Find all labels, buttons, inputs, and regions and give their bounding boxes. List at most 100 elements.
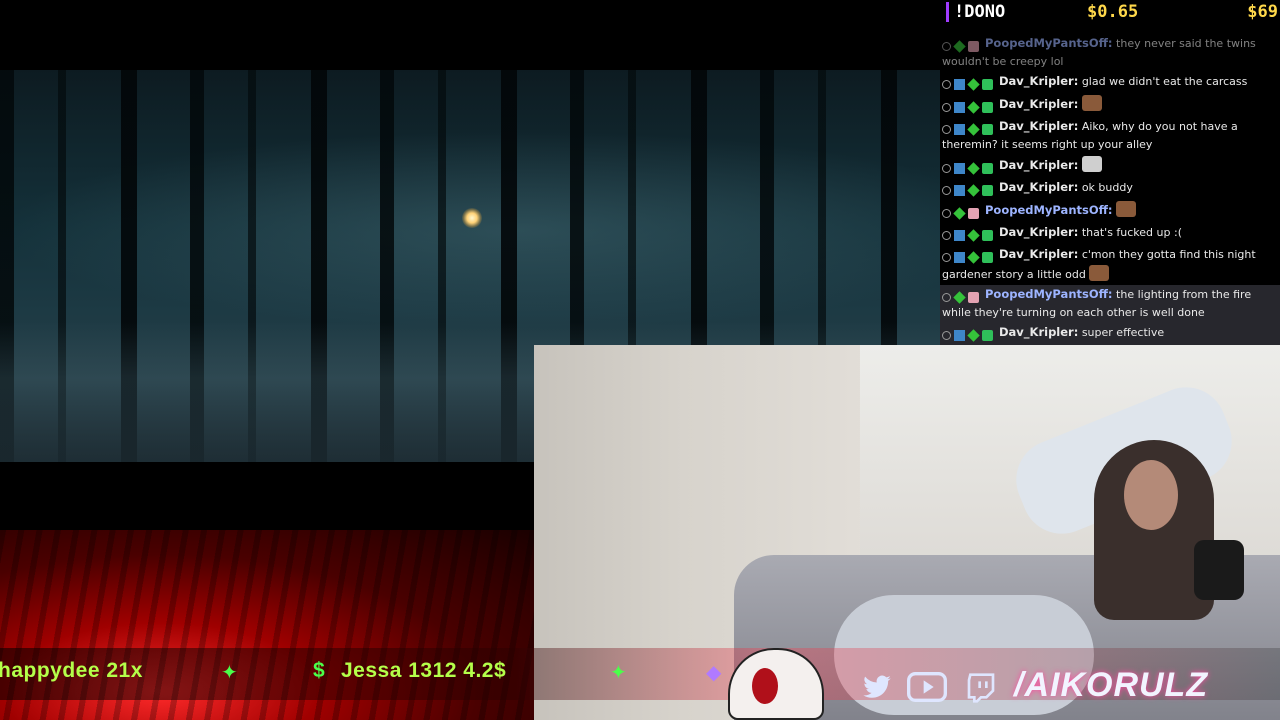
stream-overlay: PoopedMyPantsOff: they never said the tw… [0, 0, 1280, 720]
chat-username[interactable]: Dav_Kripler: [999, 74, 1078, 88]
gift-badge-icon [982, 78, 993, 90]
chat-username[interactable]: Dav_Kripler: [999, 247, 1078, 261]
user-badges [942, 249, 996, 265]
user-badges [942, 76, 996, 92]
gem-badge-icon [967, 100, 980, 114]
sub-badge-icon [968, 40, 979, 52]
face-emote [1081, 95, 1102, 111]
donation-amount-2: $69 [1247, 2, 1278, 22]
user-icon [942, 252, 951, 262]
gem-badge-icon [967, 328, 980, 342]
user-icon [942, 41, 951, 51]
chat-username[interactable]: Dav_Kripler: [999, 225, 1078, 239]
dollar-icon: $ [313, 659, 325, 682]
ticker-item-jessa: Jessa 1312 4.2$ [341, 659, 507, 682]
star-icon: ✦ [610, 660, 627, 684]
gem-badge-icon [967, 228, 980, 242]
chat-message[interactable]: Dav_Kripler: that's fucked up :( [940, 223, 1280, 245]
chat-username[interactable]: Dav_Kripler: [999, 158, 1078, 172]
sword-badge-icon [954, 123, 965, 135]
user-icon [942, 163, 951, 173]
gift-badge-icon [982, 184, 993, 196]
gift-badge-icon [982, 101, 993, 113]
user-badges [942, 121, 996, 137]
gem-badge-icon [967, 77, 980, 91]
user-icon [942, 208, 951, 218]
sword-badge-icon [954, 101, 965, 113]
sword-badge-icon [954, 78, 965, 90]
chat-message-list[interactable]: PoopedMyPantsOff: they never said the tw… [940, 34, 1280, 345]
mascot-mouth [752, 668, 778, 704]
gem-badge-icon [967, 122, 980, 136]
sword-badge-icon [954, 162, 965, 174]
chat-username[interactable]: Dav_Kripler: [999, 325, 1078, 339]
user-badges [942, 160, 996, 176]
chat-message[interactable]: PoopedMyPantsOff: the lighting from the … [940, 285, 1280, 323]
user-badges [942, 99, 996, 115]
gift-badge-icon [982, 162, 993, 174]
ticker-item-happydee: happydee 21x [0, 659, 143, 682]
youtube-icon-glyph [907, 672, 947, 702]
sword-badge-icon [954, 251, 965, 263]
chat-message-text: glad we didn't eat the carcass [1081, 75, 1248, 88]
chat-username[interactable]: Dav_Kripler: [999, 97, 1078, 111]
user-icon [942, 330, 951, 340]
chat-message-text: ok buddy [1081, 181, 1133, 194]
user-icon [942, 230, 951, 240]
chat-panel[interactable]: PoopedMyPantsOff: they never said the tw… [940, 0, 1280, 345]
chat-message[interactable]: Dav_Kripler: super effective @PoopedMyPa… [940, 323, 1280, 345]
chat-message[interactable]: Dav_Kripler: Aiko, why do you not have a… [940, 117, 1280, 155]
user-badges [942, 182, 996, 198]
chat-message[interactable]: PoopedMyPantsOff: they never said the tw… [940, 34, 1280, 72]
chat-message-text: that's fucked up :( [1081, 226, 1182, 239]
gem-badge-icon [967, 250, 980, 264]
microphone [1194, 540, 1244, 600]
chat-message[interactable]: Dav_Kripler: [940, 94, 1280, 117]
star-icon: ✦ [221, 660, 238, 684]
face-emote [1116, 201, 1137, 217]
chat-message[interactable]: Dav_Kripler: glad we didn't eat the carc… [940, 72, 1280, 94]
user-badges [942, 227, 996, 243]
cat-emote [1081, 156, 1102, 172]
sub-badge-icon [968, 291, 979, 303]
donation-bar-accent [946, 2, 949, 22]
gem-badge-icon [953, 290, 966, 304]
face-emote [1089, 265, 1110, 281]
user-badges [942, 327, 996, 343]
chat-message[interactable]: Dav_Kripler: [940, 155, 1280, 178]
gift-badge-icon [982, 123, 993, 135]
chat-username[interactable]: PoopedMyPantsOff: [985, 36, 1113, 50]
chat-username[interactable]: PoopedMyPantsOff: [985, 287, 1113, 301]
sword-badge-icon [954, 329, 965, 341]
user-badges [942, 205, 982, 221]
sub-badge-icon [968, 207, 979, 219]
user-badges [942, 38, 982, 54]
gift-badge-icon [982, 229, 993, 241]
user-badges [942, 289, 982, 305]
chat-message[interactable]: Dav_Kripler: ok buddy [940, 178, 1280, 200]
chat-username[interactable]: PoopedMyPantsOff: [985, 203, 1113, 217]
sword-badge-icon [954, 229, 965, 241]
user-icon [942, 185, 951, 195]
lantern-light [462, 208, 482, 228]
gem-badge-icon [953, 206, 966, 220]
user-icon [942, 79, 951, 89]
gift-badge-icon [982, 329, 993, 341]
chat-message[interactable]: Dav_Kripler: c'mon they gotta find this … [940, 245, 1280, 285]
chat-message[interactable]: PoopedMyPantsOff: [940, 200, 1280, 223]
gem-badge-icon [953, 39, 966, 53]
sword-badge-icon [954, 184, 965, 196]
twitch-icon[interactable] [962, 672, 1000, 708]
user-icon [942, 292, 951, 302]
webcam-face [1124, 460, 1178, 530]
user-icon [942, 124, 951, 134]
twitter-icon[interactable] [858, 672, 896, 708]
chat-username[interactable]: Dav_Kripler: [999, 119, 1078, 133]
gem-badge-icon [967, 183, 980, 197]
streamer-handle: /AIKORULZ [1014, 666, 1209, 704]
chat-username[interactable]: Dav_Kripler: [999, 180, 1078, 194]
youtube-icon[interactable] [907, 672, 947, 708]
twitch-icon-glyph [967, 673, 995, 703]
gift-badge-icon [982, 251, 993, 263]
donation-title: !DONO [954, 2, 1006, 22]
